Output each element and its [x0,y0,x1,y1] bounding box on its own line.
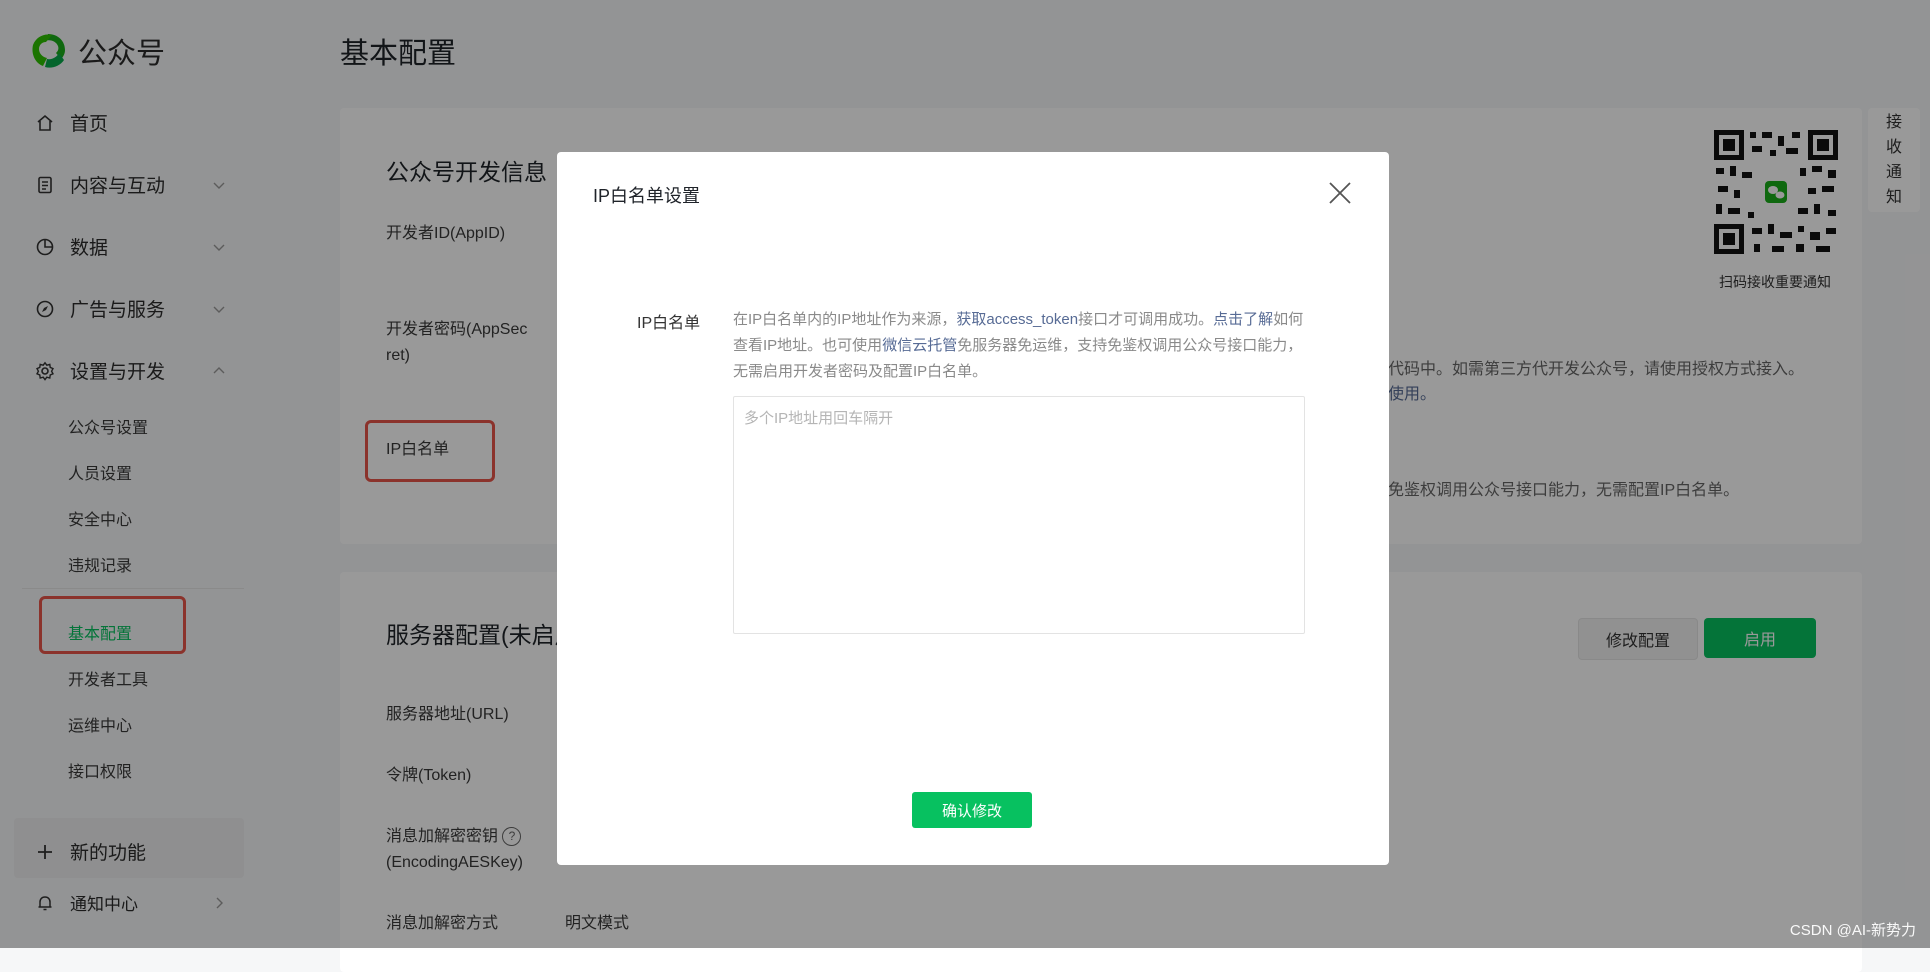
ip-whitelist-modal: IP白名单设置 IP白名单 在IP白名单内的IP地址作为来源，获取access_… [557,152,1389,865]
access-token-link[interactable]: 获取access_token [956,311,1078,328]
ip-whitelist-field-label: IP白名单 [637,315,701,332]
page: 公众号 首页 内容与互动 数据 广告与服务 设置与开发 公众号设置 人员设置 安… [0,0,1930,972]
ip-whitelist-textarea[interactable] [733,396,1305,634]
learn-more-link[interactable]: 点击了解 [1213,311,1273,328]
wechat-cloud-hosting-link[interactable]: 微信云托管 [882,337,957,354]
modal-title: IP白名单设置 [593,186,701,206]
desc-text: 在IP白名单内的IP地址作为来源， [733,311,957,328]
ip-whitelist-description: 在IP白名单内的IP地址作为来源，获取access_token接口才可调用成功。… [733,307,1305,385]
desc-text: 接口才可调用成功。 [1078,311,1214,328]
confirm-modify-button[interactable]: 确认修改 [912,792,1032,828]
watermark: CSDN @AI-新势力 [1789,922,1916,939]
close-icon[interactable] [1327,180,1353,206]
